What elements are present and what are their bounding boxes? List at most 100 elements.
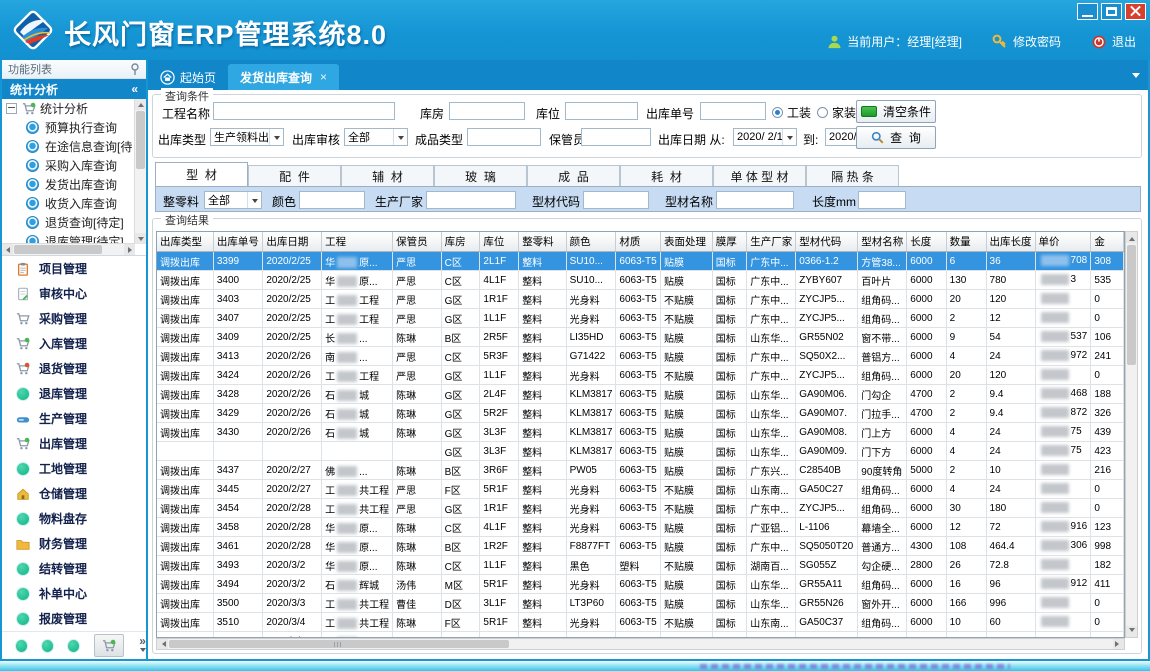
logout-button[interactable]: 退出	[1091, 33, 1136, 50]
column-header[interactable]: 膜厚	[712, 232, 746, 252]
table-row[interactable]: 调拨出库34002020/2/25华原...严思C区4L1F整料SU10...6…	[157, 271, 1124, 290]
tree-item[interactable]: 在途信息查询[待	[2, 137, 146, 156]
maximize-button[interactable]	[1101, 3, 1122, 20]
material-tab[interactable]: 隔 热 条	[806, 165, 899, 186]
table-row[interactable]: 调拨出库34302020/2/26石城陈琳G区3L3F整料KLM38176063…	[157, 423, 1124, 442]
tab-close-icon[interactable]: ×	[320, 70, 327, 84]
table-row[interactable]: 调拨出库34452020/2/27工共工程严思F区5R1F整料光身料6063-T…	[157, 480, 1124, 499]
table-row[interactable]: 调拨出库35002020/3/3工共工程曹佳D区3L1F整料LT3P606063…	[157, 594, 1124, 613]
sidebar-menu-item[interactable]: 报废管理	[2, 606, 146, 631]
column-header[interactable]: 颜色	[566, 232, 616, 252]
column-header[interactable]: 保管员	[393, 232, 441, 252]
column-header[interactable]: 出库单号	[213, 232, 263, 252]
material-tab[interactable]: 单 体 型 材	[713, 165, 806, 186]
tab-home-page[interactable]: 起始页	[148, 64, 228, 90]
tree-horizontal-scrollbar[interactable]	[2, 243, 135, 255]
column-header[interactable]: 生产厂家	[747, 232, 796, 252]
table-row[interactable]: 调拨出库34032020/2/25工工程严思G区1R1F整料光身料6063-T5…	[157, 290, 1124, 309]
location-input[interactable]	[565, 102, 638, 120]
tab-list-caret-icon[interactable]	[1132, 73, 1140, 82]
toolbar-cart-button[interactable]	[94, 634, 124, 657]
table-row[interactable]: 调拨出库34132020/2/26南...严思C区5R3F整料G71422606…	[157, 347, 1124, 366]
tree-item[interactable]: 预算执行查询	[2, 118, 146, 137]
tree-item[interactable]: 发货出库查询	[2, 175, 146, 194]
column-header[interactable]: 整零料	[519, 232, 566, 252]
sidebar-menu-item[interactable]: 出库管理	[2, 431, 146, 456]
table-row[interactable]: 调拨出库34932020/3/2华原...陈琳C区1L1F整料黑色塑料不贴膜国标…	[157, 556, 1124, 575]
column-header[interactable]: 单价	[1035, 232, 1091, 252]
outbound-audit-select[interactable]: 全部	[344, 128, 408, 146]
material-tab[interactable]: 玻 璃	[434, 165, 527, 186]
table-row[interactable]: 调拨出库34072020/2/25工工程严思G区1L1F整料光身料6063-T5…	[157, 309, 1124, 328]
pin-icon[interactable]	[130, 63, 140, 75]
sidebar-menu-item[interactable]: 结转管理	[2, 556, 146, 581]
sidebar-menu-item[interactable]: 工地管理	[2, 456, 146, 481]
tree-item[interactable]: 退货查询[待定]	[2, 213, 146, 232]
sidebar-menu-item[interactable]: 入库管理	[2, 331, 146, 356]
table-row[interactable]: G区3L3F整料KLM38176063-T5贴膜国标山东华...GA90M09.…	[157, 442, 1124, 461]
toolbar-dot-icon[interactable]	[68, 640, 79, 652]
column-header[interactable]: 出库长度	[986, 232, 1035, 252]
sidebar-menu-item[interactable]: 生产管理	[2, 406, 146, 431]
more-menus-button[interactable]: »	[139, 637, 146, 655]
material-tab[interactable]: 成 品	[527, 165, 620, 186]
change-password-button[interactable]: 修改密码	[992, 33, 1061, 50]
toolbar-dot-icon[interactable]	[42, 640, 53, 652]
material-tab[interactable]: 型 材	[155, 162, 248, 186]
table-row[interactable]: 调拨出库34542020/2/28工共工程严思G区1R1F整料光身料6063-T…	[157, 499, 1124, 518]
tree-root-statistics[interactable]: 统计分析	[2, 99, 146, 118]
radio-workwear[interactable]: 工装	[772, 104, 811, 121]
toolbar-dot-icon[interactable]	[16, 640, 27, 652]
close-button[interactable]	[1125, 3, 1146, 20]
collapse-panel-icon[interactable]: «	[131, 82, 138, 96]
outbound-type-select[interactable]: 生产领料出库	[210, 128, 284, 146]
tab-outbound-query[interactable]: 发货出库查询 ×	[228, 64, 339, 90]
product-type-input[interactable]	[467, 128, 541, 146]
whole-part-select[interactable]: 全部	[204, 191, 262, 209]
column-header[interactable]: 金	[1091, 232, 1124, 252]
tree-expander-icon[interactable]	[6, 103, 17, 114]
column-header[interactable]: 表面处理	[661, 232, 713, 252]
warehouse-input[interactable]	[449, 102, 525, 120]
sidebar-menu-item[interactable]: 项目管理	[2, 256, 146, 281]
table-row[interactable]: 调拨出库34242020/2/26工工程严思G区1L1F整料光身料6063-T5…	[157, 366, 1124, 385]
column-header[interactable]: 库位	[480, 232, 519, 252]
sidebar-menu-item[interactable]: 财务管理	[2, 531, 146, 556]
table-row[interactable]: 调拨出库34582020/2/28华原...陈琳C区4L1F整料光身料6063-…	[157, 518, 1124, 537]
column-header[interactable]: 库房	[441, 232, 480, 252]
section-header-statistics[interactable]: 统计分析 «	[2, 79, 146, 99]
sidebar-menu-item[interactable]: 物料盘存	[2, 506, 146, 531]
tree-item[interactable]: 收货入库查询	[2, 194, 146, 213]
material-tab[interactable]: 辅 材	[341, 165, 434, 186]
sidebar-menu-item[interactable]: 审核中心	[2, 281, 146, 306]
manufacturer-input[interactable]	[426, 191, 516, 209]
clear-conditions-button[interactable]: 清空条件	[856, 100, 936, 123]
minimize-button[interactable]	[1077, 3, 1098, 20]
sidebar-menu-item[interactable]: 退库管理	[2, 381, 146, 406]
table-row[interactable]: 调拨出库34292020/2/26石城陈琳G区5R2F整料KLM38176063…	[157, 404, 1124, 423]
profile-code-input[interactable]	[583, 191, 649, 209]
profile-name-input[interactable]	[716, 191, 794, 209]
tree-vertical-scrollbar[interactable]	[134, 99, 146, 244]
table-row[interactable]: 调拨出库34092020/2/25长...陈琳B区2R5F整料LI35HD606…	[157, 328, 1124, 347]
material-tab[interactable]: 耗 材	[620, 165, 713, 186]
table-row[interactable]: 调拨出库34372020/2/27佛...陈琳B区3R6F整料PW056063-…	[157, 461, 1124, 480]
table-vertical-scrollbar[interactable]	[1125, 231, 1138, 638]
column-header[interactable]: 出库类型	[157, 232, 213, 252]
material-tab[interactable]: 配 件	[248, 165, 341, 186]
table-row[interactable]: 调拨出库35102020/3/4工共工程陈琳F区5R1F整料光身料6063-T5…	[157, 613, 1124, 632]
sidebar-menu-item[interactable]: 仓储管理	[2, 481, 146, 506]
table-row[interactable]: 调拨出库34282020/2/26石城陈琳G区2L4F整料KLM38176063…	[157, 385, 1124, 404]
radio-homewear[interactable]: 家装	[817, 104, 856, 121]
color-input[interactable]	[299, 191, 365, 209]
column-header[interactable]: 出库日期	[263, 232, 322, 252]
date-from-picker[interactable]: 2020/ 2/16	[733, 128, 797, 146]
length-mm-input[interactable]	[858, 191, 906, 209]
table-row[interactable]: 调拨出库34612020/2/28华原...陈琳B区1R2F整料F8877FT6…	[157, 537, 1124, 556]
table-row[interactable]: 调拨出库34942020/3/2石辉城汤伟M区5R1F整料光身料6063-T5贴…	[157, 575, 1124, 594]
keeper-input[interactable]	[581, 128, 651, 146]
outbound-no-input[interactable]	[700, 102, 766, 120]
column-header[interactable]: 型材代码	[796, 232, 858, 252]
tree-item[interactable]: 采购入库查询	[2, 156, 146, 175]
table-horizontal-scrollbar[interactable]	[156, 638, 1125, 650]
